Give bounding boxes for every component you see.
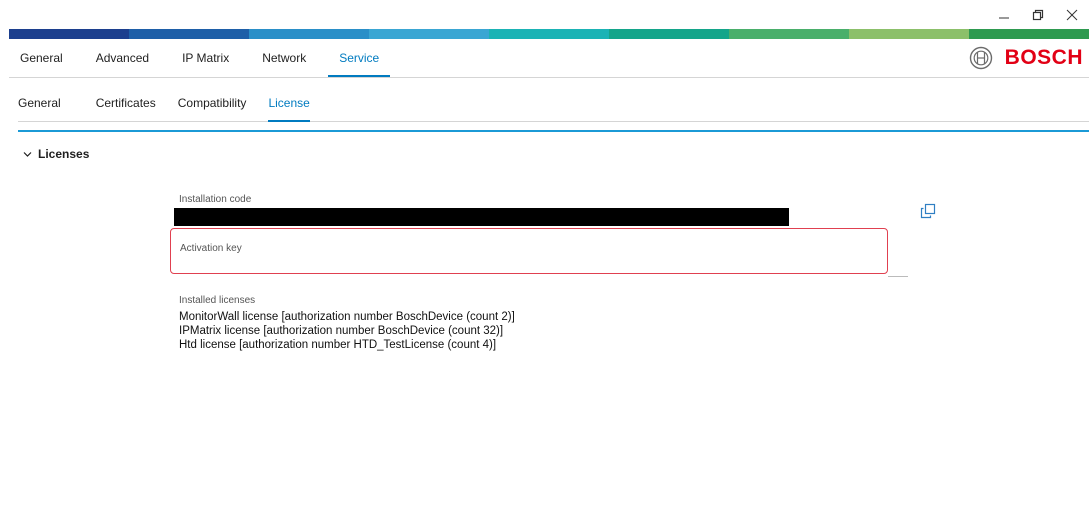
list-item: IPMatrix license [authorization number B… [179, 325, 504, 337]
installed-licenses-list: MonitorWall license [authorization numbe… [179, 310, 515, 352]
subtab-general[interactable]: General [18, 86, 72, 121]
brand-stripe-segment [129, 29, 249, 39]
sub-navigation: General Certificates Compatibility Licen… [18, 86, 1089, 122]
field-underline [888, 276, 908, 277]
window-controls [987, 0, 1089, 30]
subtab-certificates[interactable]: Certificates [85, 86, 167, 121]
close-icon [1066, 9, 1078, 21]
app-window: General Advanced IP Matrix Network Servi… [9, 29, 1089, 505]
chevron-down-icon [23, 151, 32, 157]
section-title: Licenses [38, 147, 90, 161]
activation-key-input[interactable] [179, 249, 873, 269]
tab-ip-matrix[interactable]: IP Matrix [171, 39, 240, 76]
installation-code-label: Installation code [179, 194, 252, 205]
brand-stripe [9, 29, 1089, 39]
tab-general[interactable]: General [9, 39, 74, 76]
tab-service[interactable]: Service [328, 39, 391, 77]
minimize-button[interactable] [987, 0, 1021, 30]
licenses-panel: Licenses Installation code Activation ke… [18, 130, 1089, 507]
brand-stripe-segment [9, 29, 129, 39]
tab-network[interactable]: Network [251, 39, 317, 76]
brand-stripe-segment [969, 29, 1089, 39]
brand-stripe-segment [609, 29, 729, 39]
restore-icon [1032, 9, 1044, 21]
copy-icon [920, 203, 936, 219]
activation-key-field[interactable]: Activation key [170, 228, 888, 274]
list-item: Htd license [authorization number HTD_Te… [179, 339, 497, 351]
brand-stripe-segment [729, 29, 849, 39]
brand-stripe-segment [369, 29, 489, 39]
installation-code-redacted [174, 208, 789, 226]
logo-wordmark: BOSCH [1004, 46, 1083, 69]
brand-stripe-segment [849, 29, 969, 39]
copy-button[interactable] [920, 203, 936, 219]
licenses-section-toggle[interactable]: Licenses [23, 147, 89, 161]
bosch-armature-icon [969, 46, 992, 70]
minimize-icon [999, 17, 1009, 19]
bosch-logo: BOSCH [969, 45, 1083, 71]
subtab-compatibility[interactable]: Compatibility [167, 86, 258, 121]
restore-button[interactable] [1021, 0, 1055, 30]
subtab-license[interactable]: License [257, 86, 320, 122]
close-button[interactable] [1055, 0, 1089, 30]
tab-advanced[interactable]: Advanced [85, 39, 160, 76]
list-item: MonitorWall license [authorization numbe… [179, 311, 515, 323]
installed-licenses-label: Installed licenses [179, 295, 256, 306]
brand-stripe-segment [249, 29, 369, 39]
main-navigation: General Advanced IP Matrix Network Servi… [9, 39, 1089, 78]
brand-stripe-segment [489, 29, 609, 39]
